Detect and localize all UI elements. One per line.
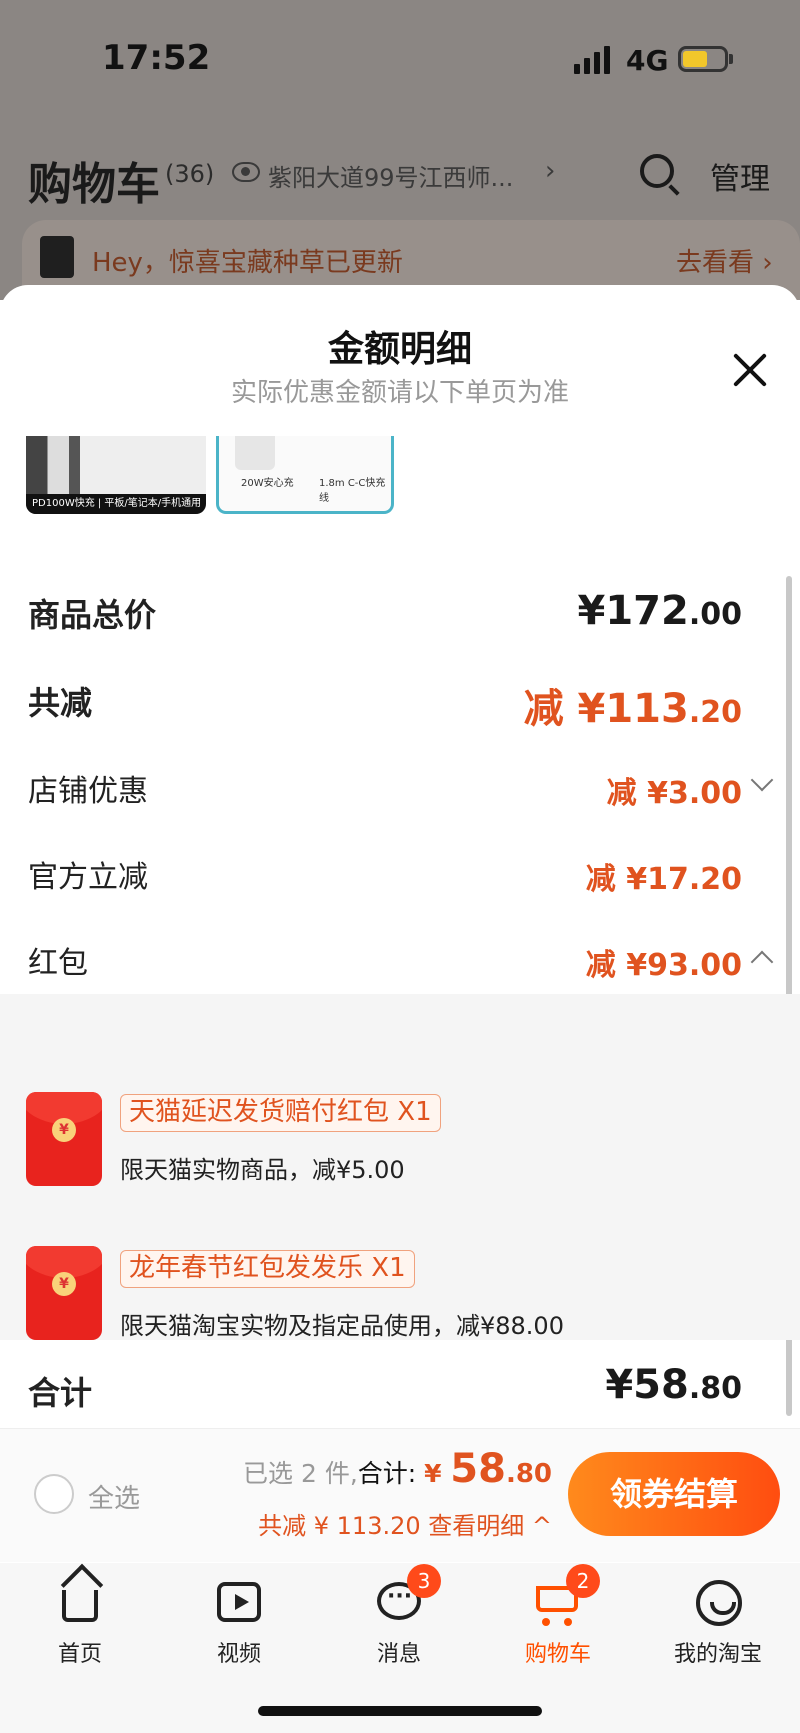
red-packet-icon: ¥ [26,1246,102,1340]
sheet-title: 金额明细 [327,329,472,370]
status-time: 17:52 [102,38,211,78]
thumbnail-caption: 1.8m C-C快充线 [319,478,386,504]
battery-tip [729,54,733,64]
row-label-shop-discount: 店铺优惠 [28,774,148,809]
red-packet-desc: 限天猫实物商品，减¥5.00 [120,1156,405,1184]
close-icon[interactable] [728,348,772,392]
network-type: 4G [626,44,669,77]
status-bar: 17:52 4G [0,0,800,120]
row-label-total-price: 商品总价 [28,596,157,634]
tab-label: 视频 [216,1642,261,1667]
row-value-shop-discount[interactable]: 减 ¥3.00 [607,768,742,812]
message-badge: 3 [407,1564,441,1598]
view-detail-link[interactable]: 共减 ¥ 113.20 查看明细 ^ [258,1506,552,1541]
tab-video[interactable]: 视频 [179,1572,299,1668]
battery-icon [678,46,728,72]
row-label-official-discount: 官方立减 [28,860,148,895]
red-packet-icon: ¥ [26,1092,102,1186]
tab-label: 首页 [57,1642,102,1667]
delivery-address[interactable]: 紫阳大道99号江西师... [268,158,513,193]
tab-label: 我的淘宝 [673,1642,762,1667]
cart-count: (36) [165,160,215,188]
row-label-red-packet: 红包 [28,946,88,981]
select-all-checkbox[interactable] [34,1474,74,1514]
charger-image [235,436,275,470]
red-packet-tag: 天猫延迟发货赔付红包 X1 [120,1094,441,1132]
cart-title: 购物车 [28,159,160,210]
cart-badge: 2 [566,1564,600,1598]
home-icon [62,1590,98,1622]
tab-messages[interactable]: 3 消息 [339,1564,459,1668]
promo-text: Hey，惊喜宝藏种草已更新 [92,248,403,278]
video-icon [217,1582,261,1622]
chevron-right-icon: › [545,156,556,186]
tab-cart[interactable]: 2 购物车 [498,1564,618,1668]
row-value-total-price: ¥172.00 [577,588,742,634]
tab-home[interactable]: 首页 [20,1572,140,1668]
row-value-total-discount: 减 ¥113.20 [523,686,742,732]
red-packet-desc: 限天猫淘宝实物及指定品使用，减¥88.00 [120,1312,564,1340]
tab-profile[interactable]: 我的淘宝 [658,1572,778,1668]
row-value-red-packet[interactable]: 减 ¥93.00 [586,940,742,984]
checkout-button[interactable]: 领券结算 [568,1452,780,1536]
row-label-total-discount: 共减 [28,684,93,722]
total-value: ¥58.80 [605,1362,742,1408]
select-all-label[interactable]: 全选 [88,1478,140,1515]
red-packet-tag: 龙年春节红包发发乐 X1 [120,1250,415,1288]
thumbnail-caption: 20W安心充 [241,478,294,489]
manage-button[interactable]: 管理 [710,154,770,198]
signal-icon [574,44,610,74]
product-thumbnail: PD100W快充 | 平板/笔记本/手机通用 [26,436,206,514]
eye-icon [232,162,260,182]
row-value-official-discount: 减 ¥17.20 [585,862,742,897]
home-indicator[interactable] [258,1706,542,1716]
promo-thumbnail [40,236,74,278]
sheet-subtitle: 实际优惠金额请以下单页为准 [230,378,569,408]
product-thumbnail: 20W安心充 1.8m C-C快充线 [216,436,394,514]
thumbnail-caption: PD100W快充 | 平板/笔记本/手机通用 [26,494,206,514]
tab-label: 购物车 [524,1642,591,1667]
tab-label: 消息 [376,1642,421,1667]
selected-summary: 已选 2 件,合计: ¥ 58.80 [243,1446,552,1492]
profile-icon [696,1580,742,1626]
search-icon[interactable] [640,154,674,188]
promo-link[interactable]: 去看看 › [676,242,773,279]
total-label: 合计 [28,1374,93,1412]
